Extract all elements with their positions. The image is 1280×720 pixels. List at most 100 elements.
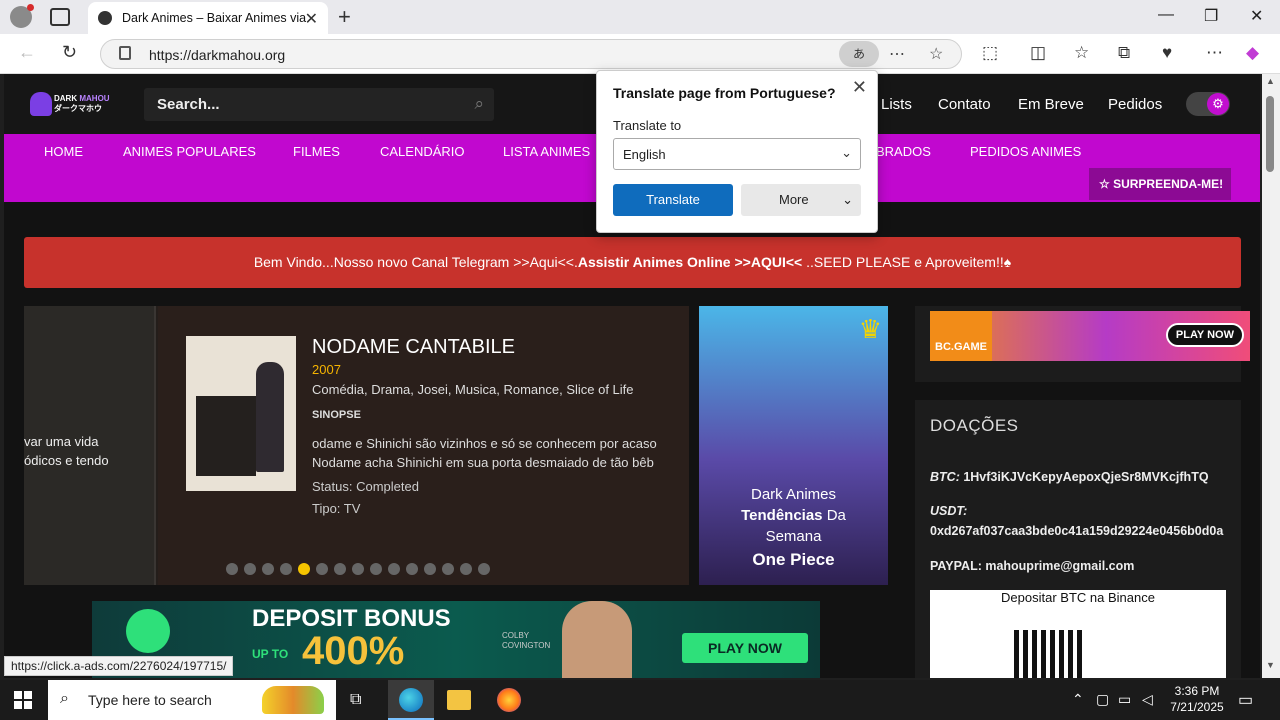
minimize-button[interactable]: — <box>1158 6 1174 24</box>
page-scrollbar[interactable]: ▲ ▼ <box>1262 74 1280 678</box>
slider-dot[interactable] <box>424 563 436 575</box>
slider-dot[interactable] <box>298 563 310 575</box>
start-button[interactable] <box>14 691 32 709</box>
previous-slide[interactable]: var uma vida ódicos e tendo <box>24 306 156 585</box>
notice-bold[interactable]: Assistir Animes Online >>AQUI<< <box>578 254 802 270</box>
firefox-icon[interactable] <box>497 688 521 712</box>
search-icon: ⌕ <box>60 690 69 707</box>
browser-essentials-icon[interactable]: ♥ <box>1162 43 1172 63</box>
reload-icon[interactable]: ↻ <box>62 42 77 63</box>
ad-fighter-image <box>562 601 632 678</box>
translate-button[interactable]: Translate <box>613 184 733 216</box>
search-icon[interactable]: ⌕ <box>474 94 484 114</box>
anime-year: 2007 <box>312 362 341 377</box>
slider-dot[interactable] <box>352 563 364 575</box>
slider-dot[interactable] <box>478 563 490 575</box>
menu-pedidos-animes[interactable]: PEDIDOS ANIMES <box>970 144 1081 159</box>
promo-anime-name: One Piece <box>752 550 835 569</box>
binance-qr-card[interactable]: Depositar BTC na Binance <box>930 590 1226 678</box>
menu-animes-populares[interactable]: ANIMES POPULARES <box>123 144 256 159</box>
previous-slide-line-1: var uma vida <box>24 434 99 449</box>
new-tab-button[interactable]: + <box>338 4 351 30</box>
header-link-lists[interactable]: Lists <box>881 96 912 113</box>
header-link-pedidos[interactable]: Pedidos <box>1108 96 1162 113</box>
poster-figure <box>256 362 284 472</box>
favorites-icon[interactable]: ☆ <box>1074 43 1089 63</box>
telegram-notice[interactable]: Bem Vindo...Nosso novo Canal Telegram >>… <box>24 237 1241 288</box>
slider-dot[interactable] <box>334 563 346 575</box>
slider-dot[interactable] <box>280 563 292 575</box>
scroll-thumb[interactable] <box>1266 96 1274 172</box>
scroll-down-icon[interactable]: ▼ <box>1266 660 1275 670</box>
header-link-contato[interactable]: Contato <box>938 96 991 113</box>
site-info-icon[interactable] <box>119 46 131 60</box>
bc-game-banner[interactable]: BC.GAME PLAY NOW <box>930 311 1250 361</box>
bc-play-button[interactable]: PLAY NOW <box>1165 323 1244 347</box>
tab-actions-icon[interactable] <box>50 8 70 26</box>
slider-dot[interactable] <box>262 563 274 575</box>
clock[interactable]: 3:36 PM 7/21/2025 <box>1168 683 1226 715</box>
sidebar-ad: BC.GAME PLAY NOW <box>915 306 1250 382</box>
favorite-star-icon[interactable]: ☆ <box>929 44 943 64</box>
device-icon[interactable]: ▢ <box>1096 691 1109 708</box>
slider-dot[interactable] <box>460 563 472 575</box>
collections-icon[interactable]: ⧉ <box>1118 43 1130 63</box>
back-icon[interactable]: ← <box>18 42 36 63</box>
split-screen-icon[interactable]: ◫ <box>1030 43 1046 63</box>
file-explorer-icon[interactable] <box>447 690 471 710</box>
restore-button[interactable]: ❐ <box>1204 6 1218 26</box>
promo-line-2-bold: Tendências <box>741 507 823 524</box>
translate-icon[interactable]: あ <box>839 41 879 67</box>
slider-dot[interactable] <box>226 563 238 575</box>
menu-filmes[interactable]: FILMES <box>293 144 340 159</box>
clock-date: 7/21/2025 <box>1170 700 1224 714</box>
tab-close-icon[interactable]: ✕ <box>305 9 318 29</box>
menu-brados[interactable]: BRADOS <box>876 144 931 159</box>
edge-icon[interactable] <box>399 688 423 712</box>
slider-dot[interactable] <box>316 563 328 575</box>
previous-slide-line-2: ódicos e tendo <box>24 453 109 468</box>
notifications-icon[interactable]: ▭ <box>1238 690 1253 710</box>
theme-toggle[interactable]: ⚙ <box>1186 92 1230 116</box>
anime-title[interactable]: NODAME CANTABILE <box>312 336 515 359</box>
deposit-play-button[interactable]: PLAY NOW <box>682 633 808 663</box>
site-logo[interactable]: DARK MAHOU ダークマホウ <box>30 90 112 120</box>
slider-dot[interactable] <box>244 563 256 575</box>
anime-poster[interactable] <box>186 336 296 491</box>
slider-dot[interactable] <box>406 563 418 575</box>
fighter-first-name: COLBY <box>502 631 530 640</box>
promo-line-1: Dark Animes <box>750 486 837 503</box>
slider-dot[interactable] <box>388 563 400 575</box>
slider-dots <box>226 563 490 575</box>
menu-home[interactable]: HOME <box>44 144 83 159</box>
notice-pre: Bem Vindo...Nosso novo Canal Telegram >>… <box>253 254 578 270</box>
slider-dot[interactable] <box>370 563 382 575</box>
current-slide[interactable]: NODAME CANTABILE 2007 Comédia, Drama, Jo… <box>158 306 689 585</box>
settings-menu-icon[interactable]: ⋯ <box>1206 43 1223 63</box>
surprise-button[interactable]: ☆ SURPREENDA-ME! <box>1089 168 1231 200</box>
more-button[interactable]: More ⌄ <box>741 184 861 216</box>
browser-tab[interactable]: Dark Animes – Baixar Animes via T ✕ <box>88 2 328 34</box>
trending-promo[interactable]: ♛ Dark Animes Tendências Da Semana One P… <box>699 306 888 585</box>
menu-calendario[interactable]: CALENDÁRIO <box>380 144 465 159</box>
more-tools-icon[interactable]: ⋯ <box>889 44 905 64</box>
poster-piano <box>196 396 256 476</box>
url-bar[interactable]: https://darkmahou.org あ ⋯ ☆ <box>100 39 962 69</box>
extensions-icon[interactable]: ⬚ <box>982 43 998 63</box>
url-text[interactable]: https://darkmahou.org <box>149 47 285 63</box>
tray-chevron-icon[interactable]: ⌃ <box>1072 691 1084 708</box>
translate-close-icon[interactable]: ✕ <box>852 77 867 98</box>
copilot-icon[interactable]: ◆ <box>1246 43 1259 63</box>
menu-lista-animes[interactable]: LISTA ANIMES <box>503 144 590 159</box>
scroll-up-icon[interactable]: ▲ <box>1266 76 1275 86</box>
slider-dot[interactable] <box>442 563 454 575</box>
translate-language-select[interactable]: English ⌄ <box>613 138 861 170</box>
profile-icon[interactable] <box>10 4 34 28</box>
header-link-em-breve[interactable]: Em Breve <box>1018 96 1084 113</box>
task-view-icon[interactable]: ⧉ <box>350 691 361 709</box>
volume-icon[interactable]: ◁ <box>1142 691 1153 708</box>
synopsis-line-2: Nodame acha Shinichi em sua porta desmai… <box>312 455 654 470</box>
site-search-input[interactable]: Search... ⌕ <box>144 88 494 121</box>
close-window-button[interactable]: ✕ <box>1250 6 1263 26</box>
network-icon[interactable]: ▭ <box>1118 691 1131 708</box>
